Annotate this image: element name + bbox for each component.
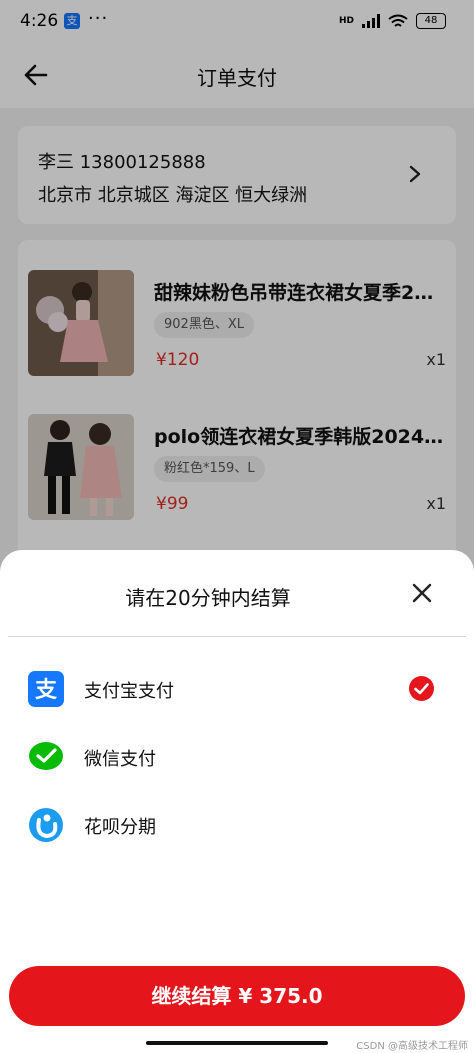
payment-option-huabei[interactable]: 花呗分期 (0, 795, 474, 855)
check-selected-icon (409, 676, 434, 701)
close-icon[interactable] (412, 583, 432, 603)
payment-option-alipay[interactable]: 支 支付宝支付 (0, 659, 474, 719)
payment-option-label: 微信支付 (84, 749, 156, 770)
sheet-title: 请在20分钟内结算 (125, 586, 291, 610)
payment-option-label: 支付宝支付 (84, 681, 174, 702)
alipay-icon: 支 (28, 671, 64, 707)
divider (8, 636, 466, 637)
payment-option-wechat[interactable]: 微信支付 (0, 727, 474, 787)
home-indicator[interactable] (146, 1041, 328, 1045)
checkout-button[interactable]: 继续结算 ¥ 375.0 (9, 966, 465, 1026)
wechat-pay-icon (29, 742, 63, 770)
watermark: CSDN @高级技术工程师 (356, 1041, 468, 1052)
payment-option-label: 花呗分期 (84, 817, 156, 838)
svg-text:支: 支 (35, 678, 58, 703)
huabei-icon (29, 808, 63, 842)
